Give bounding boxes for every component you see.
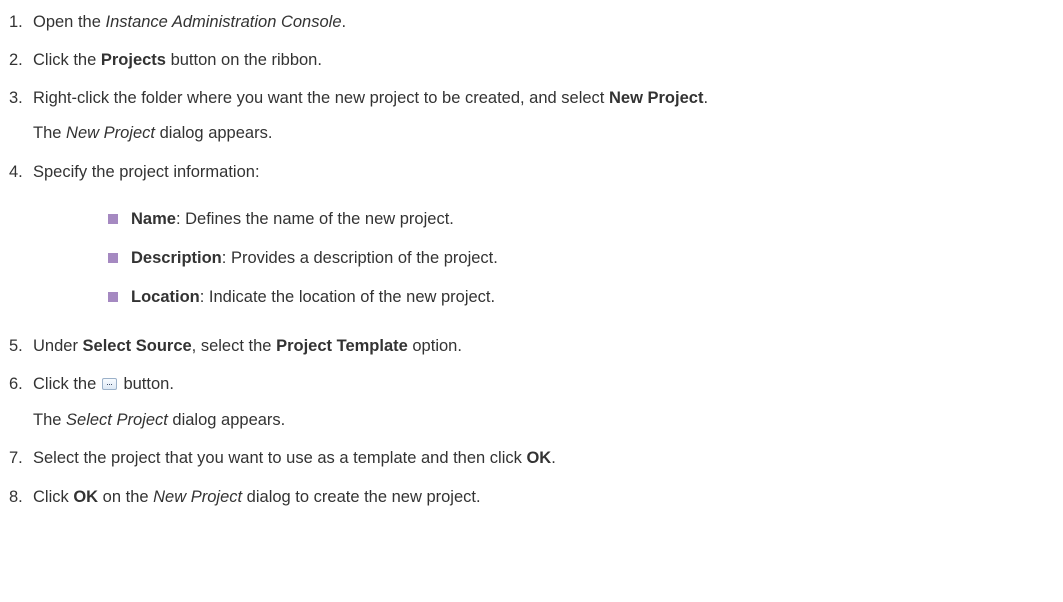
field-text: Name: Defines the name of the new projec… <box>131 210 454 228</box>
step-text: Click the Projects button on the ribbon. <box>33 51 322 69</box>
ellipsis-button-icon <box>101 378 117 390</box>
field-text: Location: Indicate the location of the n… <box>131 288 496 306</box>
console-name: Instance Administration Console <box>105 13 342 31</box>
field-text: Description: Provides a description of t… <box>131 249 498 267</box>
step-text: Click the button. <box>33 375 174 393</box>
step-text: Click OK on the New Project dialog to cr… <box>33 488 481 506</box>
step-text: Under Select Source, select the Project … <box>33 337 462 355</box>
dialog-name: Select Project <box>66 411 168 429</box>
step-text: Right-click the folder where you want th… <box>33 89 709 107</box>
square-bullet-icon <box>108 292 118 302</box>
step-result-text: The Select Project dialog appears. <box>33 411 286 429</box>
projects-label: Projects <box>100 51 166 69</box>
ok-label: OK <box>73 488 99 506</box>
square-bullet-icon <box>108 214 118 224</box>
new-project-label: New Project <box>608 89 704 107</box>
step-text: Select the project that you want to use … <box>33 449 556 467</box>
dialog-name: New Project <box>153 488 243 506</box>
step-result-text: The New Project dialog appears. <box>33 124 273 142</box>
step-text: Specify the project information: <box>33 163 260 181</box>
select-source-label: Select Source <box>82 337 192 355</box>
dialog-name: New Project <box>66 124 155 142</box>
ok-label: OK <box>526 449 552 467</box>
step-text: Open the Instance Administration Console… <box>33 13 347 31</box>
square-bullet-icon <box>108 253 118 263</box>
project-template-label: Project Template <box>276 337 408 355</box>
